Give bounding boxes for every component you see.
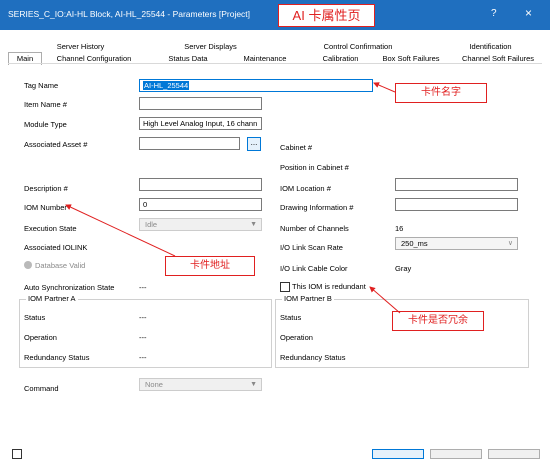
arrow-card-redundant xyxy=(369,286,401,314)
arrow-card-address xyxy=(65,204,176,257)
arrow-card-name xyxy=(373,82,396,93)
annotation-arrows xyxy=(65,82,401,314)
